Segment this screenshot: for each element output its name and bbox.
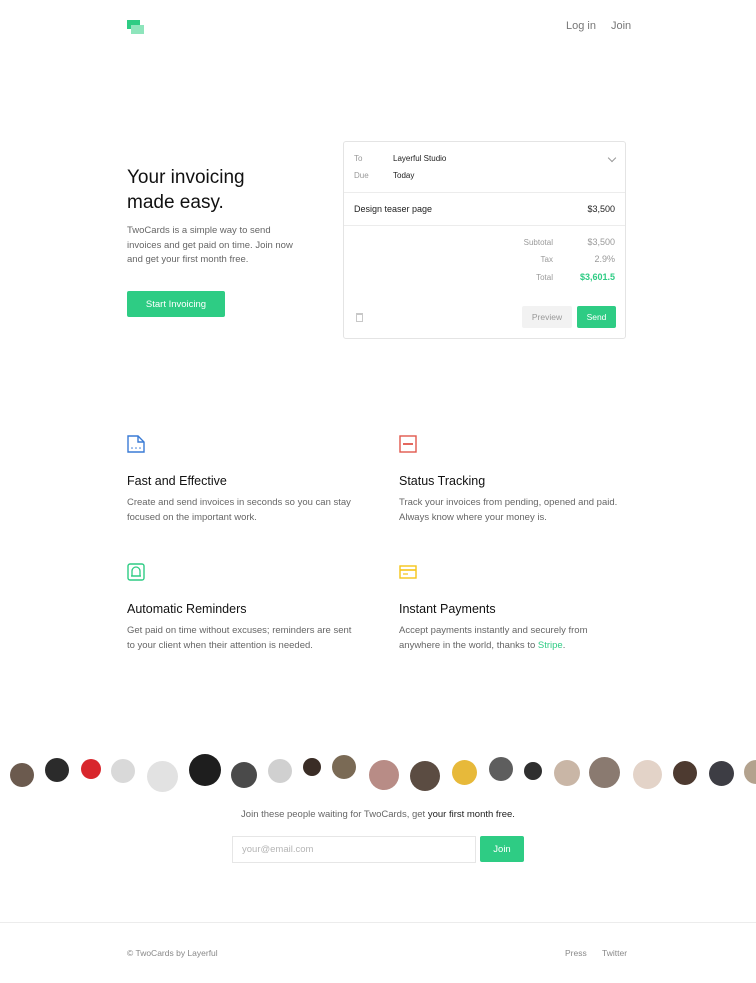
avatar bbox=[744, 760, 756, 784]
document-icon bbox=[127, 435, 145, 453]
feature-title: Automatic Reminders bbox=[127, 602, 247, 616]
avatar bbox=[369, 760, 399, 790]
line-item-name: Design teaser page bbox=[354, 204, 433, 214]
start-invoicing-button[interactable]: Start Invoicing bbox=[127, 291, 225, 317]
waitlist-text-lead: Join these people waiting for TwoCards, … bbox=[241, 809, 428, 820]
subtotal-label: Subtotal bbox=[523, 238, 553, 247]
footer-copyright: © TwoCards by Layerful bbox=[127, 948, 218, 958]
hero-description: TwoCards is a simple way to send invoice… bbox=[127, 225, 293, 265]
avatar bbox=[709, 761, 734, 786]
send-button[interactable]: Send bbox=[577, 306, 616, 328]
email-input[interactable] bbox=[232, 836, 476, 863]
avatar bbox=[410, 761, 440, 791]
card-divider bbox=[344, 192, 625, 193]
twitter-link[interactable]: Twitter bbox=[602, 948, 627, 958]
invoice-due-row: Due Today bbox=[354, 171, 414, 180]
hero-title-line1: Your invoicing bbox=[127, 167, 245, 188]
feature-title: Status Tracking bbox=[399, 474, 486, 488]
avatar bbox=[489, 757, 513, 781]
invoice-due-label: Due bbox=[354, 171, 369, 180]
twocards-logo[interactable] bbox=[127, 20, 145, 34]
avatar bbox=[111, 759, 135, 783]
avatar bbox=[452, 760, 477, 785]
card-divider bbox=[344, 225, 625, 226]
join-link[interactable]: Join bbox=[611, 20, 631, 32]
waitlist-text-offer: your first month free. bbox=[427, 809, 515, 820]
avatar bbox=[268, 759, 292, 783]
status-icon bbox=[399, 435, 417, 453]
waitlist-avatars bbox=[0, 750, 756, 795]
avatar bbox=[633, 760, 662, 789]
login-link[interactable]: Log in bbox=[566, 20, 596, 32]
feature-description: Get paid on time without excuses; remind… bbox=[127, 625, 352, 651]
waitlist-text: Join these people waiting for TwoCards, … bbox=[0, 809, 756, 820]
feature-title: Instant Payments bbox=[399, 602, 496, 616]
invoice-to-row[interactable]: To Layerful Studio bbox=[354, 154, 446, 163]
avatar bbox=[10, 763, 34, 787]
feature-description: Accept payments instantly and securely f… bbox=[399, 623, 631, 653]
hero-title: Your invoicing made easy. bbox=[127, 165, 347, 215]
avatar bbox=[673, 761, 697, 785]
avatar bbox=[303, 758, 321, 776]
footer-divider bbox=[0, 922, 756, 923]
avatar bbox=[147, 761, 178, 792]
feature-description-end: . bbox=[562, 640, 566, 651]
invoice-due-value: Today bbox=[393, 171, 415, 180]
feature-description: Track your invoices from pending, opened… bbox=[399, 497, 618, 523]
avatar bbox=[231, 762, 257, 788]
join-button[interactable]: Join bbox=[480, 836, 524, 862]
tax-value: 2.9% bbox=[594, 254, 615, 264]
subtotal-value: $3,500 bbox=[587, 237, 615, 247]
avatar bbox=[45, 758, 69, 782]
avatar bbox=[81, 759, 101, 779]
avatar bbox=[332, 755, 356, 779]
card-icon bbox=[399, 565, 417, 579]
feature-title: Fast and Effective bbox=[127, 474, 227, 488]
hero-title-line2: made easy. bbox=[127, 192, 224, 213]
avatar bbox=[589, 757, 620, 788]
invoice-to-label: To bbox=[354, 154, 363, 163]
bell-icon bbox=[127, 563, 145, 581]
avatar bbox=[554, 760, 580, 786]
invoice-to-value: Layerful Studio bbox=[393, 154, 447, 163]
chevron-down-icon[interactable] bbox=[607, 153, 617, 163]
preview-button[interactable]: Preview bbox=[522, 306, 572, 328]
avatar bbox=[189, 754, 221, 786]
total-value: $3,601.5 bbox=[579, 272, 615, 282]
avatar bbox=[524, 762, 542, 780]
trash-icon[interactable] bbox=[356, 313, 363, 322]
total-label: Total bbox=[536, 273, 553, 282]
press-link[interactable]: Press bbox=[565, 948, 587, 958]
feature-description: Create and send invoices in seconds so y… bbox=[127, 497, 351, 523]
line-item-price: $3,500 bbox=[587, 204, 615, 214]
stripe-link[interactable]: Stripe bbox=[538, 640, 563, 651]
invoice-preview-card: To Layerful Studio Due Today Design teas… bbox=[343, 141, 626, 339]
tax-label: Tax bbox=[540, 255, 553, 264]
